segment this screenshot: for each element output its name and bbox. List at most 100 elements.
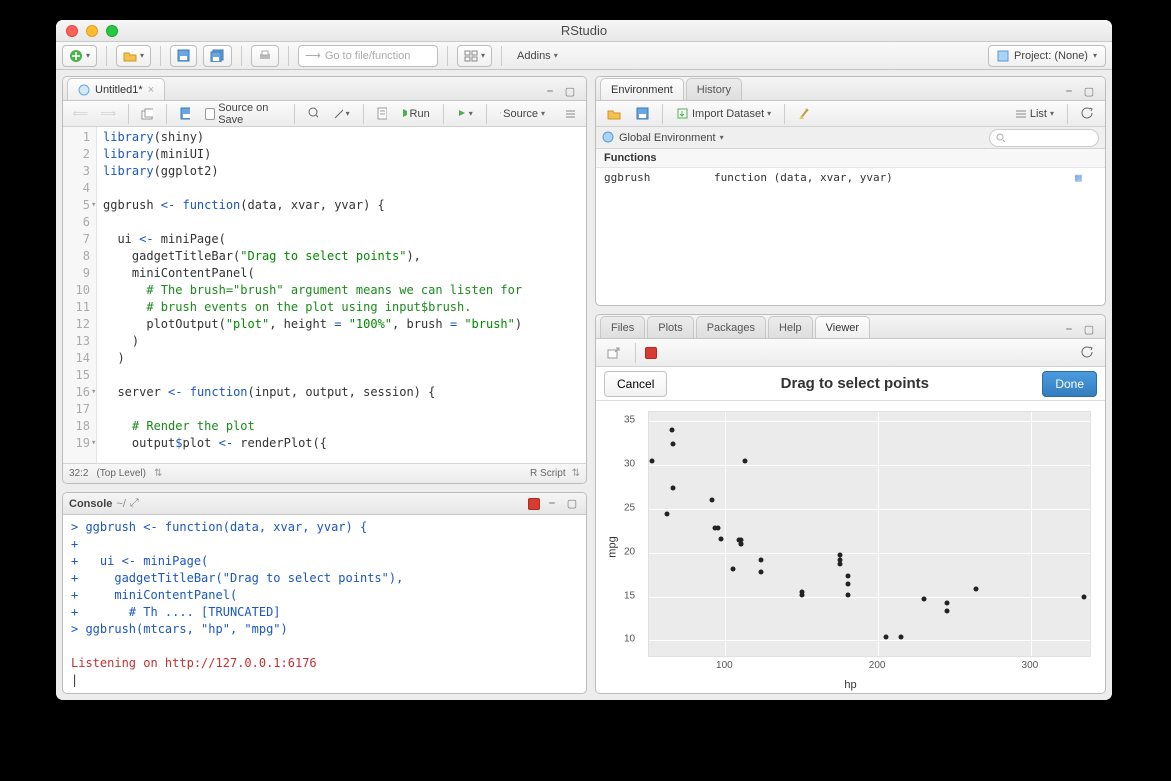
save-all-button[interactable] <box>203 45 232 67</box>
import-icon <box>676 107 689 120</box>
compile-report-button[interactable] <box>371 104 392 124</box>
gadget-titlebar: Cancel Drag to select points Done <box>596 367 1105 401</box>
tab-files[interactable]: Files <box>600 316 645 338</box>
plot-output[interactable]: mpg hp 101520253035100200300 <box>596 401 1105 693</box>
data-point <box>731 567 736 572</box>
tab-packages[interactable]: Packages <box>696 316 766 338</box>
data-point <box>944 609 949 614</box>
find-button[interactable] <box>303 104 324 124</box>
addins-menu[interactable]: Addins ▾ <box>511 45 564 67</box>
env-search-input[interactable] <box>989 129 1099 147</box>
goto-file-input[interactable]: ⟶ Go to file/function <box>298 45 438 67</box>
viewer-pane: FilesPlotsPackagesHelpViewer ⎯ ▢ <box>595 314 1106 694</box>
source-tab[interactable]: Untitled1* × <box>67 78 165 100</box>
refresh-icon <box>1081 107 1094 120</box>
source-label: Source <box>503 108 538 120</box>
run-icon <box>402 108 407 119</box>
minimize-viewer-icon[interactable]: ⎯ <box>1061 322 1077 336</box>
show-in-new-window-button[interactable] <box>136 104 157 124</box>
source-on-save-toggle[interactable]: Source on Save <box>200 104 286 124</box>
data-point <box>837 553 842 558</box>
stop-viewer-icon[interactable] <box>645 347 657 359</box>
rerun-icon <box>457 108 466 119</box>
tab-viewer[interactable]: Viewer <box>815 316 870 338</box>
project-menu[interactable]: Project: (None) ▾ <box>988 45 1106 67</box>
environment-pane: Environment History ⎯ ▢ <box>595 76 1106 306</box>
refresh-viewer-button[interactable] <box>1076 343 1099 363</box>
data-point <box>799 592 804 597</box>
outline-button[interactable] <box>560 104 580 124</box>
env-scope-label[interactable]: Global Environment <box>619 132 716 144</box>
data-point <box>671 441 676 446</box>
source-icon <box>500 108 501 119</box>
addins-label: Addins <box>517 50 551 62</box>
console-path-expand-icon[interactable]: ⤢ <box>130 497 139 510</box>
back-button[interactable]: ⟸ <box>69 104 92 124</box>
minimize-console-icon[interactable]: ⎯ <box>544 497 560 511</box>
search-icon: ⟶ <box>305 49 321 62</box>
cancel-button[interactable]: Cancel <box>604 371 667 397</box>
popout-viewer-button[interactable] <box>602 343 626 363</box>
forward-button[interactable]: ⟹ <box>97 104 120 124</box>
tab-plots[interactable]: Plots <box>647 316 693 338</box>
data-point <box>650 459 655 464</box>
new-file-button[interactable]: ▾ <box>62 45 97 67</box>
console-output[interactable]: > ggbrush <- function(data, xvar, yvar) … <box>63 515 586 693</box>
minimize-source-icon[interactable]: ⎯ <box>542 84 558 98</box>
y-tick: 30 <box>624 458 635 469</box>
data-point <box>845 592 850 597</box>
data-point <box>715 525 720 530</box>
maximize-viewer-icon[interactable]: ▢ <box>1081 322 1097 336</box>
tab-history[interactable]: History <box>686 78 742 100</box>
data-point <box>758 557 763 562</box>
console-pane: Console ~/ ⤢ ⎯ ▢ > ggbrush <- function(d… <box>62 492 587 694</box>
tab-environment[interactable]: Environment <box>600 78 684 100</box>
tab-help[interactable]: Help <box>768 316 813 338</box>
y-tick: 15 <box>624 590 635 601</box>
done-button[interactable]: Done <box>1042 371 1097 397</box>
save-button[interactable] <box>170 45 197 67</box>
clear-workspace-button[interactable] <box>793 104 817 124</box>
import-dataset-button[interactable]: Import Dataset ▾ <box>671 104 776 124</box>
data-point <box>671 486 676 491</box>
workspace-panes-button[interactable]: ▾ <box>457 45 492 67</box>
source-on-save-label: Source on Save <box>218 102 281 126</box>
data-point <box>669 428 674 433</box>
data-point <box>718 537 723 542</box>
scope-indicator[interactable]: (Top Level) <box>96 468 145 479</box>
load-workspace-button[interactable] <box>602 104 626 124</box>
save-workspace-button[interactable] <box>631 104 654 124</box>
cursor-position: 32:2 <box>69 468 88 479</box>
project-icon <box>997 50 1009 62</box>
run-button[interactable]: Run <box>397 104 435 124</box>
data-point <box>845 574 850 579</box>
console-title: Console <box>69 498 112 510</box>
wand-button[interactable]: ▾ <box>328 104 354 124</box>
open-file-button[interactable]: ▾ <box>116 45 151 67</box>
titlebar: RStudio <box>56 20 1112 42</box>
save-source-button[interactable] <box>175 104 196 124</box>
x-tick: 200 <box>869 660 886 671</box>
data-point <box>665 511 670 516</box>
rerun-button[interactable]: ▾ <box>452 104 478 124</box>
code-editor[interactable]: 12345678910111213141516171819 library(sh… <box>63 127 586 463</box>
gadget-title: Drag to select points <box>675 375 1034 392</box>
view-mode-button[interactable]: List ▾ <box>1010 104 1059 124</box>
refresh-env-button[interactable] <box>1076 104 1099 124</box>
data-point <box>837 561 842 566</box>
minimize-env-icon[interactable]: ⎯ <box>1061 84 1077 98</box>
view-function-icon[interactable]: ▦ <box>1075 171 1097 184</box>
checkbox-icon <box>205 108 215 120</box>
data-point <box>743 459 748 464</box>
language-indicator[interactable]: R Script <box>530 468 566 479</box>
refresh-icon <box>1081 346 1094 359</box>
print-button[interactable] <box>251 45 279 67</box>
env-row[interactable]: ggbrushfunction (data, xvar, yvar)▦ <box>596 168 1105 187</box>
source-button[interactable]: Source ▾ <box>495 104 550 124</box>
maximize-console-icon[interactable]: ▢ <box>564 497 580 511</box>
stop-icon[interactable] <box>528 498 540 510</box>
data-point <box>973 587 978 592</box>
maximize-source-icon[interactable]: ▢ <box>562 84 578 98</box>
close-tab-icon[interactable]: × <box>148 84 154 96</box>
maximize-env-icon[interactable]: ▢ <box>1081 84 1097 98</box>
